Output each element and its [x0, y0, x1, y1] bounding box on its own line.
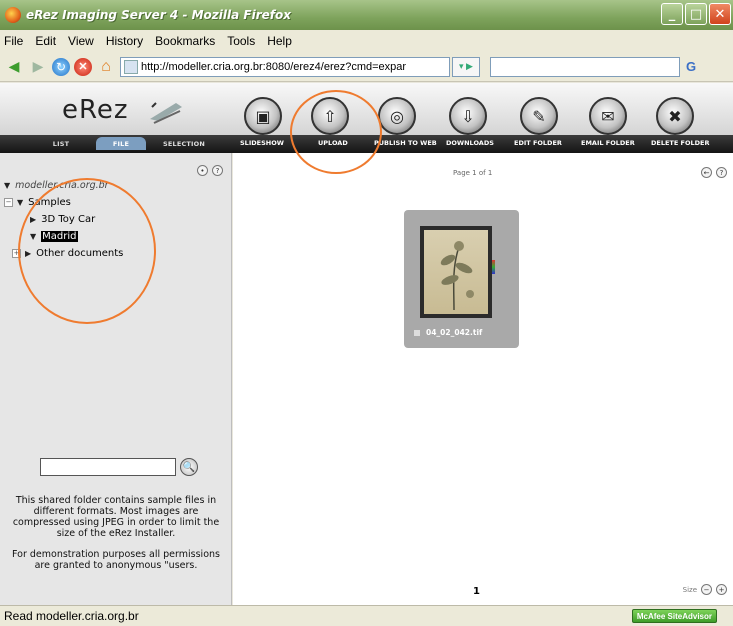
description-paragraph: This shared folder contains sample files…: [12, 495, 220, 539]
description-paragraph: For demonstration purposes all permissio…: [12, 549, 220, 571]
minimize-button[interactable]: _: [661, 3, 683, 25]
stop-icon[interactable]: ✕: [74, 57, 92, 76]
mcafee-siteadvisor-button[interactable]: McAfee SiteAdvisor: [631, 609, 717, 623]
navigation-toolbar: ◀ ▶ ↻ ✕ ⌂ http://modeller.cria.org.br:80…: [0, 52, 733, 82]
thumbnail-filename: 04_02_042.tif: [426, 328, 483, 337]
email-folder-icon[interactable]: ✉: [589, 97, 627, 135]
size-control: Size − +: [683, 584, 727, 595]
back-icon[interactable]: ←: [701, 167, 712, 178]
edit-folder-label[interactable]: EDIT FOLDER: [514, 139, 562, 147]
thumbnail-caption: 04_02_042.tif: [414, 328, 482, 337]
window-title: eRez Imaging Server 4 - Mozilla Firefox: [26, 8, 291, 22]
help-icon[interactable]: ?: [716, 167, 727, 178]
status-text: Read modeller.cria.org.br: [4, 609, 139, 623]
address-bar-url: http://modeller.cria.org.br:8080/erez4/e…: [141, 60, 407, 73]
select-checkbox[interactable]: [414, 329, 420, 336]
panel-controls: • ?: [197, 165, 223, 176]
menu-view[interactable]: View: [68, 34, 94, 48]
tab-file[interactable]: FILE: [96, 137, 146, 150]
page-number[interactable]: 1: [473, 586, 480, 597]
forward-arrow-icon[interactable]: ▶: [28, 57, 48, 77]
reload-icon[interactable]: ↻: [52, 57, 70, 76]
search-icon[interactable]: 🔍: [180, 458, 198, 476]
grid-controls: ← ?: [701, 167, 727, 178]
zoom-in-icon[interactable]: +: [716, 584, 727, 595]
folder-description: This shared folder contains sample files…: [4, 495, 228, 581]
page-favicon-icon: [124, 59, 138, 74]
expand-arrow-icon: ▼: [4, 181, 11, 190]
thumbnail-image[interactable]: [420, 226, 492, 318]
plant-drawing-icon: [440, 241, 474, 311]
publish-to-web-label[interactable]: PUBLISH TO WEB: [374, 139, 437, 147]
image-grid-area: Page 1 of 1 ← ? 04_02_042.tif 1 Size − +: [233, 153, 733, 605]
folder-search-input[interactable]: [40, 458, 176, 476]
tab-list[interactable]: LIST: [36, 137, 86, 150]
zoom-out-icon[interactable]: −: [701, 584, 712, 595]
menu-file[interactable]: File: [4, 34, 23, 48]
delete-folder-icon[interactable]: ✖: [656, 97, 694, 135]
google-search-icon[interactable]: G: [686, 59, 696, 74]
menu-help[interactable]: Help: [267, 34, 292, 48]
email-folder-label[interactable]: EMAIL FOLDER: [581, 139, 635, 147]
delete-folder-label[interactable]: DELETE FOLDER: [651, 139, 710, 147]
menu-edit[interactable]: Edit: [35, 34, 56, 48]
home-icon[interactable]: ⌂: [96, 57, 116, 77]
tab-selection[interactable]: SELECTION: [148, 137, 220, 150]
downloads-icon[interactable]: ⇩: [449, 97, 487, 135]
window-controls: _ □ ✕: [661, 3, 731, 25]
maximize-button[interactable]: □: [685, 3, 707, 25]
firefox-icon: [5, 7, 21, 23]
botanical-illustration: [424, 230, 488, 314]
window-titlebar: eRez Imaging Server 4 - Mozilla Firefox …: [0, 0, 733, 30]
page-info: Page 1 of 1: [453, 169, 493, 177]
back-arrow-icon[interactable]: ◀: [4, 57, 24, 77]
close-button[interactable]: ✕: [709, 3, 731, 25]
slideshow-icon[interactable]: ▣: [244, 97, 282, 135]
annotation-circle-upload: [290, 90, 382, 174]
web-search-input[interactable]: [490, 56, 680, 77]
expand-arrow-icon: ▼: [17, 198, 24, 207]
status-bar: Read modeller.cria.org.br McAfee SiteAdv…: [0, 605, 733, 626]
color-strip: [492, 260, 495, 274]
collapse-icon[interactable]: •: [197, 165, 208, 176]
annotation-circle-tree: [18, 178, 156, 324]
help-icon[interactable]: ?: [212, 165, 223, 176]
edit-folder-icon[interactable]: ✎: [520, 97, 558, 135]
size-label: Size: [682, 585, 697, 594]
collapse-box-icon[interactable]: −: [4, 198, 13, 207]
downloads-label[interactable]: DOWNLOADS: [446, 139, 494, 147]
publish-to-web-icon[interactable]: ◎: [378, 97, 416, 135]
slideshow-label[interactable]: SLIDESHOW: [240, 139, 284, 147]
menu-history[interactable]: History: [106, 34, 143, 48]
menu-bar: File Edit View History Bookmarks Tools H…: [0, 30, 733, 52]
mcafee-label: McAfee SiteAdvisor: [636, 611, 712, 621]
address-bar[interactable]: http://modeller.cria.org.br:8080/erez4/e…: [120, 56, 450, 77]
menu-bookmarks[interactable]: Bookmarks: [155, 34, 215, 48]
url-dropdown-go-button[interactable]: ▾ ▶: [452, 56, 480, 77]
erez-logo-icon: [150, 102, 182, 124]
erez-logo: eRez: [62, 95, 129, 125]
image-thumbnail-card[interactable]: 04_02_042.tif: [404, 210, 519, 348]
menu-tools[interactable]: Tools: [227, 34, 255, 48]
